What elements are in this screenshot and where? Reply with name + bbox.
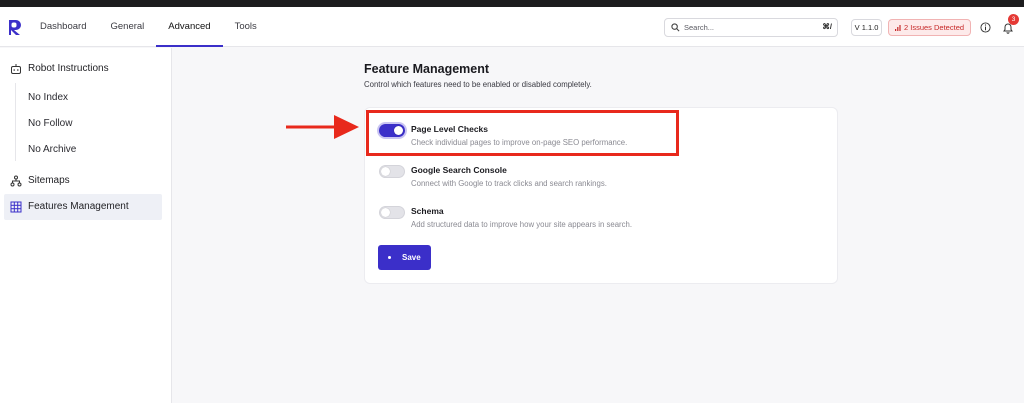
feature-row-google-search-console: Google Search Console Connect with Googl… <box>365 164 765 194</box>
toggle-knob <box>381 167 390 176</box>
nav-tools[interactable]: Tools <box>223 7 269 47</box>
toggle-switch[interactable] <box>379 206 405 219</box>
grid-icon <box>10 201 22 213</box>
app-logo-icon[interactable] <box>8 19 22 36</box>
annotation-arrow-icon <box>286 115 359 139</box>
sidebar: Robot Instructions No Index No Follow No… <box>0 48 172 403</box>
top-header: Dashboard General Advanced Tools ⌘/ V 1.… <box>0 7 1024 47</box>
submenu-line <box>15 83 16 161</box>
sidebar-item-label: Robot Instructions <box>28 63 109 74</box>
save-button[interactable]: Save <box>378 245 431 270</box>
nav-advanced[interactable]: Advanced <box>156 7 223 47</box>
sidebar-item-no-archive[interactable]: No Archive <box>28 141 76 159</box>
search-icon <box>671 23 680 32</box>
sitemap-icon <box>10 175 22 187</box>
sidebar-item-label: Sitemaps <box>28 175 70 186</box>
page-title: Feature Management <box>364 62 490 76</box>
issues-label: 2 Issues Detected <box>904 23 965 32</box>
search-input[interactable] <box>684 21 804 34</box>
sidebar-item-sitemaps[interactable]: Sitemaps <box>0 168 172 194</box>
nav-dashboard[interactable]: Dashboard <box>28 7 98 47</box>
version-badge: V 1.1.0 <box>851 19 882 36</box>
page-description: Control which features need to be enable… <box>364 80 592 89</box>
feature-row-schema: Schema Add structured data to improve ho… <box>365 205 765 235</box>
sidebar-item-robot-instructions[interactable]: Robot Instructions <box>0 56 172 82</box>
annotation-highlight-box <box>366 110 679 156</box>
feature-title: Google Search Console <box>411 165 507 175</box>
robot-icon <box>11 64 21 74</box>
save-label: Save <box>402 253 421 262</box>
feature-title: Schema <box>411 206 444 216</box>
signal-bars-icon <box>895 25 901 31</box>
main-nav: Dashboard General Advanced Tools <box>28 7 269 47</box>
toggle-knob <box>381 208 390 217</box>
info-icon[interactable] <box>980 22 991 33</box>
search-box[interactable]: ⌘/ <box>664 18 838 37</box>
nav-general[interactable]: General <box>98 7 156 47</box>
feature-description: Add structured data to improve how your … <box>411 220 633 229</box>
feature-description: Connect with Google to track clicks and … <box>411 179 607 188</box>
search-shortcut: ⌘/ <box>822 22 832 31</box>
sidebar-item-no-index[interactable]: No Index <box>28 89 68 107</box>
sidebar-item-features-management[interactable]: Features Management <box>4 194 162 220</box>
sidebar-item-label: Features Management <box>28 201 129 212</box>
sidebar-item-no-follow[interactable]: No Follow <box>28 115 72 133</box>
dot-icon <box>388 256 391 259</box>
toggle-switch[interactable] <box>379 165 405 178</box>
browser-top-strip <box>0 0 1024 7</box>
notification-count-badge: 3 <box>1008 14 1019 25</box>
issues-badge[interactable]: 2 Issues Detected <box>888 19 971 36</box>
